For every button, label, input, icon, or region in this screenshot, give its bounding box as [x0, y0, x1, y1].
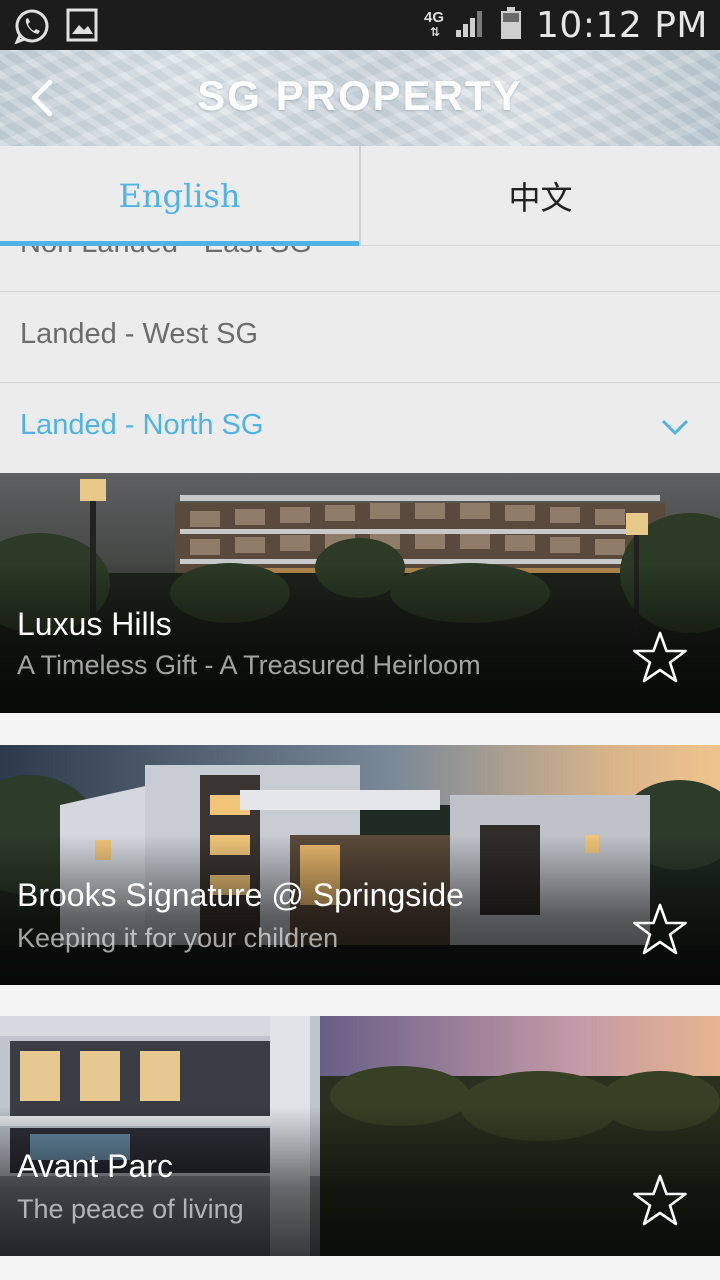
favorite-star-icon[interactable]	[630, 901, 690, 961]
property-card[interactable]: Luxus Hills A Timeless Gift - A Treasure…	[0, 473, 720, 713]
language-tabs: English 中文	[0, 146, 720, 246]
property-card[interactable]: Avant Parc The peace of living	[0, 1016, 720, 1256]
property-name: Brooks Signature @ Springside	[17, 877, 464, 913]
favorite-star-icon[interactable]	[630, 629, 690, 689]
image-icon	[66, 8, 98, 49]
category-item-selected[interactable]: Landed - North SG	[0, 383, 720, 473]
property-name: Luxus Hills	[17, 606, 172, 642]
network-type: 4G ⇅	[424, 9, 445, 39]
status-bar: 4G ⇅ 10:12 PM	[0, 0, 720, 50]
category-label: Landed - North SG	[20, 409, 264, 441]
category-item[interactable]: Non Landed - East SG	[0, 246, 720, 292]
property-tagline: A Timeless Gift - A Treasured Heirloom	[17, 650, 481, 680]
tab-english[interactable]: English	[0, 146, 361, 246]
favorite-star-icon[interactable]	[630, 1172, 690, 1232]
tab-chinese[interactable]: 中文	[361, 146, 720, 245]
property-tagline: Keeping it for your children	[17, 923, 339, 953]
whatsapp-icon	[14, 8, 50, 49]
clock: 10:12 PM	[536, 4, 708, 46]
property-card[interactable]: Brooks Signature @ Springside Keeping it…	[0, 745, 720, 985]
notification-icons	[14, 8, 98, 49]
category-label: Landed - West SG	[20, 318, 259, 350]
property-tagline: The peace of living	[17, 1194, 244, 1224]
battery-icon	[500, 6, 522, 45]
category-item[interactable]: Landed - West SG	[0, 292, 720, 383]
category-label: Non Landed - East SG	[20, 246, 312, 260]
property-name: Avant Parc	[17, 1148, 173, 1184]
page-title: SG PROPERTY	[197, 72, 523, 119]
category-list: Non Landed - East SG Landed - West SG La…	[0, 246, 720, 473]
app-header: SG PROPERTY	[0, 50, 720, 146]
chevron-down-icon	[661, 419, 689, 436]
signal-icon	[454, 8, 488, 43]
